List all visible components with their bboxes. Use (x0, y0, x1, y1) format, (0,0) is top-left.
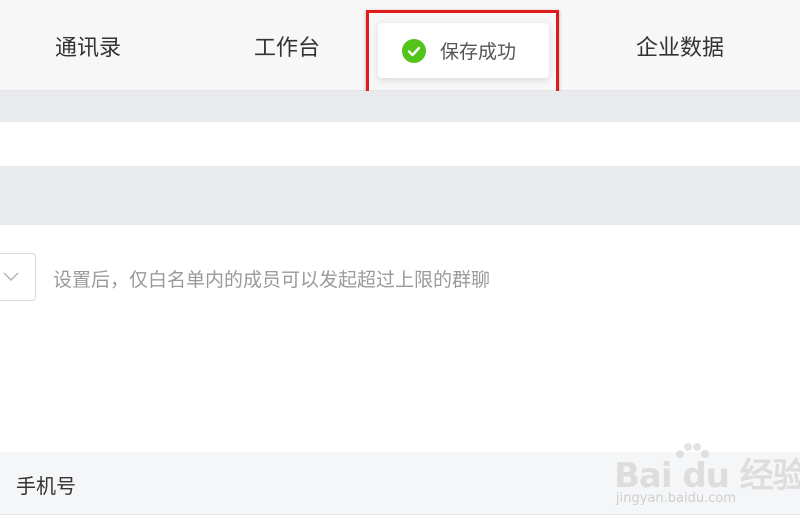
annotation-highlight-box (366, 10, 559, 96)
whitelist-select[interactable] (0, 253, 36, 301)
section-divider (0, 91, 800, 122)
whitelist-hint-text: 设置后，仅白名单内的成员可以发起超过上限的群聊 (53, 269, 491, 291)
chevron-down-icon (3, 272, 19, 281)
column-header-phone: 手机号 (16, 474, 76, 498)
nav-item-workbench[interactable]: 工作台 (254, 30, 320, 62)
nav-item-enterprise-data[interactable]: 企业数据 (636, 30, 724, 62)
section-header-band (0, 166, 800, 225)
table-header: 手机号 (0, 452, 800, 515)
nav-item-contacts[interactable]: 通讯录 (55, 30, 121, 62)
